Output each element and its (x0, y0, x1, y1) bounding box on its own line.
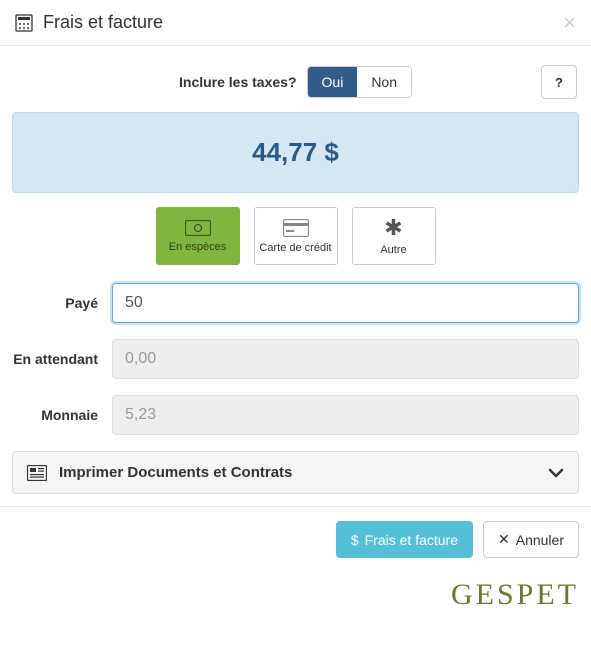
print-documents-title: Imprimer Documents et Contrats (59, 464, 536, 481)
paid-label: Payé (12, 295, 98, 311)
total-amount: 44,77 $ (252, 137, 339, 167)
asterisk-icon: ✱ (384, 217, 402, 239)
pay-method-other[interactable]: ✱ Autre (352, 207, 436, 265)
cancel-button[interactable]: ✕ Annuler (483, 521, 579, 558)
close-button[interactable]: × (563, 12, 576, 34)
fees-invoice-modal: Frais et facture × Inclure les taxes? Ou… (0, 0, 591, 622)
dollar-icon: $ (351, 532, 359, 548)
chevron-down-icon (548, 468, 564, 478)
pending-label: En attendant (12, 351, 98, 368)
pending-row: En attendant (12, 339, 579, 379)
fees-invoice-button[interactable]: $ Frais et facture (336, 521, 473, 558)
calculator-icon (15, 14, 33, 32)
fees-invoice-button-label: Frais et facture (365, 532, 458, 548)
change-input (112, 395, 579, 435)
brand-logo: GESPET (0, 572, 591, 622)
tax-yes-button[interactable]: Oui (308, 67, 358, 97)
modal-title: Frais et facture (43, 12, 163, 33)
modal-footer: $ Frais et facture ✕ Annuler (0, 506, 591, 572)
include-taxes-label: Inclure les taxes? (179, 74, 297, 90)
paid-row: Payé (12, 283, 579, 323)
close-icon: ✕ (498, 531, 510, 548)
cash-icon (185, 220, 211, 236)
pay-method-card-label: Carte de crédit (259, 242, 331, 254)
change-row: Monnaie (12, 395, 579, 435)
payment-methods: En espèces Carte de crédit ✱ Autre (12, 207, 579, 265)
modal-body: Inclure les taxes? Oui Non ? 44,77 $ En … (0, 46, 591, 506)
pay-method-other-label: Autre (380, 244, 406, 256)
credit-card-icon (283, 219, 309, 237)
paid-input[interactable] (112, 283, 579, 323)
pay-method-cash[interactable]: En espèces (156, 207, 240, 265)
pay-method-card[interactable]: Carte de crédit (254, 207, 338, 265)
help-button[interactable]: ? (541, 65, 577, 99)
tax-row: Inclure les taxes? Oui Non ? (12, 58, 579, 112)
pending-input (112, 339, 579, 379)
newspaper-icon (27, 465, 47, 481)
cancel-button-label: Annuler (516, 532, 564, 548)
total-amount-bar: 44,77 $ (12, 112, 579, 193)
tax-no-button[interactable]: Non (357, 67, 411, 97)
pay-method-cash-label: En espèces (169, 241, 226, 253)
print-documents-accordion[interactable]: Imprimer Documents et Contrats (12, 451, 579, 494)
tax-toggle: Oui Non (307, 66, 412, 98)
modal-header: Frais et facture × (0, 0, 591, 46)
change-label: Monnaie (12, 407, 98, 423)
